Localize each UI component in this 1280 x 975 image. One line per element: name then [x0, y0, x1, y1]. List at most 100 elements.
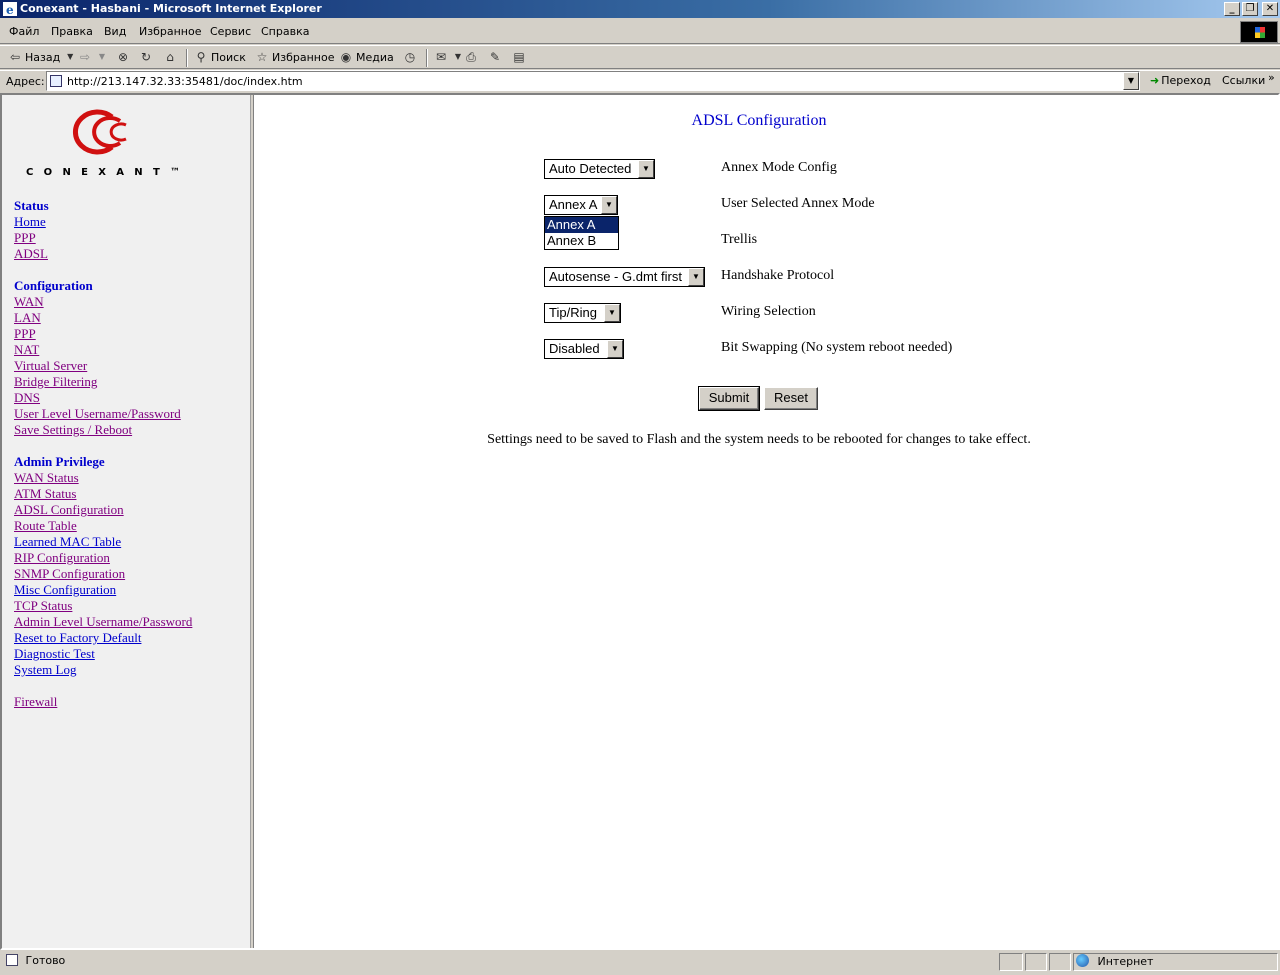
nav-link-atm-status[interactable]: ATM Status: [14, 486, 192, 502]
conexant-logo: [72, 109, 127, 155]
refresh-icon: ↻: [140, 50, 152, 64]
nav-link-factory-reset[interactable]: Reset to Factory Default: [14, 630, 192, 646]
nav-admin-section: Admin Privilege WAN Status ATM Status AD…: [14, 454, 192, 678]
favorites-icon: ☆: [256, 50, 268, 64]
chevron-right-icon[interactable]: »: [1268, 71, 1275, 84]
nav-link-rip-configuration[interactable]: RIP Configuration: [14, 550, 192, 566]
page-title: ADSL Configuration: [691, 112, 827, 129]
menu-help[interactable]: Справка: [261, 25, 309, 38]
minimize-button[interactable]: _: [1224, 2, 1240, 16]
edit-button[interactable]: ✎: [488, 50, 502, 64]
media-label: Медиа: [356, 50, 394, 64]
nav-link-misc-configuration[interactable]: Misc Configuration: [14, 582, 192, 598]
nav-link-admin-password[interactable]: Admin Level Username/Password: [14, 614, 192, 630]
nav-link-save-reboot[interactable]: Save Settings / Reboot: [14, 422, 181, 438]
user-annex-mode-label: User Selected Annex Mode: [721, 196, 875, 211]
search-label: Поиск: [211, 50, 246, 64]
bit-swapping-select[interactable]: Disabled ▼: [544, 339, 624, 359]
nav-status-section: Status Home PPP ADSL: [14, 198, 49, 262]
menu-edit[interactable]: Правка: [51, 25, 93, 38]
stop-button[interactable]: ⊗: [116, 50, 130, 64]
menu-file[interactable]: Файл: [9, 25, 39, 38]
annex-mode-config-label: Annex Mode Config: [721, 160, 837, 175]
nav-link-lan[interactable]: LAN: [14, 310, 181, 326]
trellis-label: Trellis: [721, 232, 758, 247]
address-dropdown-icon[interactable]: ▼: [1123, 72, 1139, 90]
links-button[interactable]: Ссылки: [1222, 74, 1265, 87]
nav-link-home[interactable]: Home: [14, 214, 49, 230]
status-text: Готово: [25, 954, 66, 967]
user-annex-mode-select[interactable]: Annex A ▼: [544, 195, 618, 215]
menu-tools[interactable]: Сервис: [210, 25, 251, 38]
nav-heading-configuration: Configuration: [14, 278, 93, 293]
nav-heading-admin: Admin Privilege: [14, 454, 105, 469]
wiring-selection-label: Wiring Selection: [721, 304, 816, 319]
main-frame: ADSL Configuration Auto Detected ▼ Annex…: [254, 95, 1278, 948]
nav-link-firewall[interactable]: Firewall: [14, 694, 57, 710]
bit-swapping-label: Bit Swapping (No system reboot needed): [721, 340, 953, 355]
wiring-selection-select[interactable]: Tip/Ring ▼: [544, 303, 621, 323]
nav-heading-status: Status: [14, 198, 49, 213]
nav-link-ppp[interactable]: PPP: [14, 326, 181, 342]
dropdown-option-annex-a[interactable]: Annex A: [545, 217, 618, 233]
nav-link-route-table[interactable]: Route Table: [14, 518, 192, 534]
mail-icon: ✉: [435, 50, 447, 64]
dropdown-option-annex-b[interactable]: Annex B: [545, 233, 618, 249]
handshake-protocol-select[interactable]: Autosense - G.dmt first ▼: [544, 267, 705, 287]
user-annex-mode-value: Annex A: [549, 197, 598, 212]
nav-link-dns[interactable]: DNS: [14, 390, 181, 406]
nav-link-ppp-status[interactable]: PPP: [14, 230, 49, 246]
address-url[interactable]: http://213.147.32.33:35481/doc/index.htm: [67, 75, 303, 88]
forward-button[interactable]: ⇨ ▼: [78, 50, 109, 64]
back-button[interactable]: ⇦ Назад ▼: [8, 50, 77, 64]
history-button[interactable]: ◷: [403, 50, 417, 64]
nav-link-wan[interactable]: WAN: [14, 294, 181, 310]
nav-link-snmp-configuration[interactable]: SNMP Configuration: [14, 566, 192, 582]
handshake-protocol-value: Autosense - G.dmt first: [549, 269, 682, 284]
nav-configuration-section: Configuration WAN LAN PPP NAT Virtual Se…: [14, 278, 181, 438]
print-button[interactable]: ⎙: [464, 50, 478, 64]
menu-favorites[interactable]: Избранное: [139, 25, 201, 38]
annex-mode-config-select[interactable]: Auto Detected ▼: [544, 159, 655, 179]
refresh-button[interactable]: ↻: [139, 50, 153, 64]
address-bar: Адрес: http://213.147.32.33:35481/doc/in…: [0, 70, 1280, 92]
menu-view[interactable]: Вид: [104, 25, 126, 38]
nav-link-nat[interactable]: NAT: [14, 342, 181, 358]
nav-link-diagnostic-test[interactable]: Diagnostic Test: [14, 646, 192, 662]
chevron-down-icon: ▼: [638, 160, 654, 178]
home-button[interactable]: ⌂: [163, 50, 177, 64]
nav-link-virtual-server[interactable]: Virtual Server: [14, 358, 181, 374]
discuss-button[interactable]: ▤: [512, 50, 526, 64]
bit-swapping-value: Disabled: [549, 341, 600, 356]
nav-link-wan-status[interactable]: WAN Status: [14, 470, 192, 486]
status-page-icon: [6, 954, 18, 966]
handshake-protocol-label: Handshake Protocol: [721, 268, 835, 283]
chevron-down-icon: ▼: [601, 196, 617, 214]
submit-button[interactable]: Submit: [698, 386, 760, 411]
restore-button[interactable]: ❐: [1242, 2, 1258, 16]
svg-text:e: e: [6, 3, 14, 16]
mail-button[interactable]: ✉ ▼: [434, 50, 465, 64]
go-button[interactable]: ➜ Переход: [1150, 74, 1211, 87]
chevron-down-icon: ▼: [607, 340, 623, 358]
close-button[interactable]: ✕: [1262, 2, 1278, 16]
nav-link-learned-mac-table[interactable]: Learned MAC Table: [14, 534, 192, 550]
nav-link-user-password[interactable]: User Level Username/Password: [14, 406, 181, 422]
nav-link-adsl-status[interactable]: ADSL: [14, 246, 49, 262]
address-input[interactable]: http://213.147.32.33:35481/doc/index.htm…: [46, 71, 1140, 91]
back-label: Назад: [25, 50, 61, 64]
zone-label: Интернет: [1097, 955, 1154, 968]
nav-link-bridge-filtering[interactable]: Bridge Filtering: [14, 374, 181, 390]
window-title: Conexant - Hasbani - Microsoft Internet …: [20, 2, 322, 15]
chevron-down-icon: ▼: [98, 52, 106, 61]
nav-link-system-log[interactable]: System Log: [14, 662, 192, 678]
nav-link-adsl-configuration[interactable]: ADSL Configuration: [14, 502, 192, 518]
search-button[interactable]: ⚲ Поиск: [194, 50, 246, 64]
globe-icon: [1076, 954, 1089, 967]
favorites-button[interactable]: ☆ Избранное: [255, 50, 335, 64]
reset-button[interactable]: Reset: [764, 387, 818, 410]
status-pane: [1025, 953, 1047, 971]
nav-link-tcp-status[interactable]: TCP Status: [14, 598, 192, 614]
status-pane: [999, 953, 1023, 971]
media-button[interactable]: ◉ Медиа: [339, 50, 394, 64]
